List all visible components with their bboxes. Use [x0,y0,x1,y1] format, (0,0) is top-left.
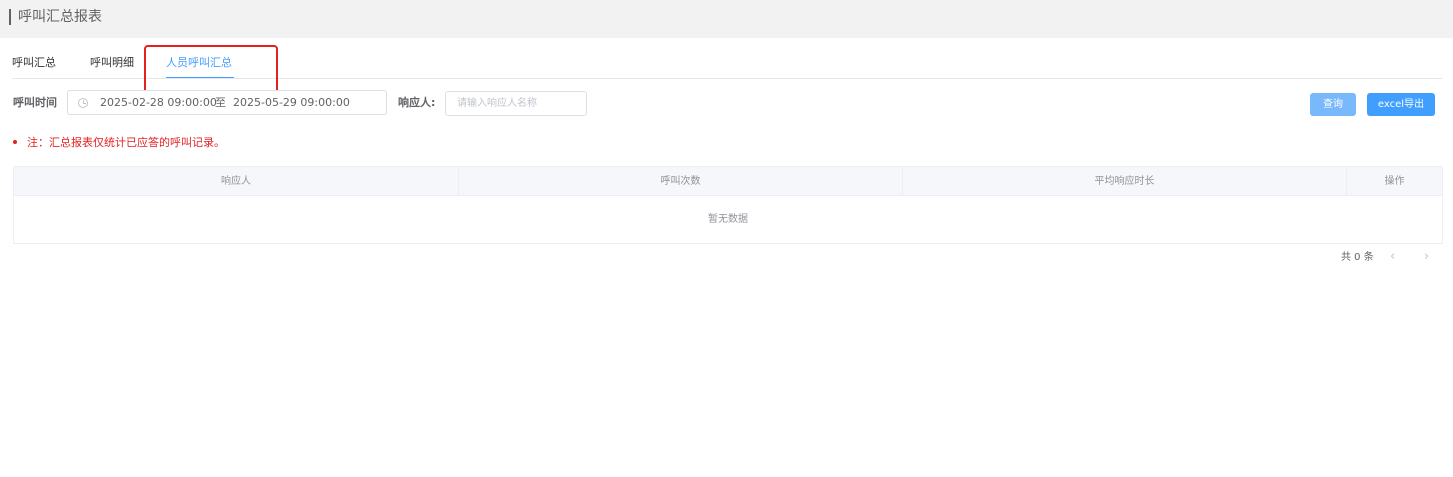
page-title: 呼叫汇总报表 [18,9,102,25]
responder-label: 响应人: [398,96,436,109]
tab-call-summary[interactable]: 呼叫汇总 [12,55,56,71]
bullet-icon [13,140,17,144]
start-date-input[interactable]: 2025-02-28 09:00:00 [100,96,217,110]
column-header-actions: 操作 [1384,176,1405,187]
end-date-input[interactable]: 2025-05-29 09:00:00 [233,96,350,110]
range-separator: 至 [215,96,226,109]
query-button[interactable]: 查询 [1310,93,1356,116]
tab-staff-call-summary[interactable]: 人员呼叫汇总 [166,55,232,71]
page-header: 呼叫汇总报表 [0,0,1453,38]
summary-table: 响应人 呼叫次数 平均响应时长 操作 暂无数据 [13,166,1443,244]
report-note-text: 注：汇总报表仅统计已应答的呼叫记录。 [27,136,225,149]
column-header-responder[interactable]: 响应人 [14,167,459,196]
table-header: 响应人 呼叫次数 平均响应时长 操作 [14,167,1442,196]
header-accent-bar [9,9,11,25]
chevron-right-icon[interactable]: › [1424,249,1429,265]
tab-divider [12,78,1442,79]
call-time-label: 呼叫时间 [13,96,57,109]
column-header-call-count[interactable]: 呼叫次数 [459,167,903,196]
excel-export-button[interactable]: excel导出 [1367,93,1435,116]
column-header-avg-response-time[interactable]: 平均响应时长 [903,167,1347,196]
date-range-picker[interactable]: 2025-02-28 09:00:00 至 2025-05-29 09:00:0… [67,90,387,115]
chevron-left-icon[interactable]: ‹ [1390,249,1395,265]
tab-bar: 呼叫汇总 呼叫明细 人员呼叫汇总 [12,46,1442,79]
pagination-total: 共 0 条 [1341,252,1374,263]
report-note: 注：汇总报表仅统计已应答的呼叫记录。 [13,136,225,150]
table-empty-text: 暂无数据 [708,214,748,225]
responder-input[interactable] [445,91,587,116]
tab-call-detail[interactable]: 呼叫明细 [90,55,134,71]
clock-icon [78,98,88,108]
